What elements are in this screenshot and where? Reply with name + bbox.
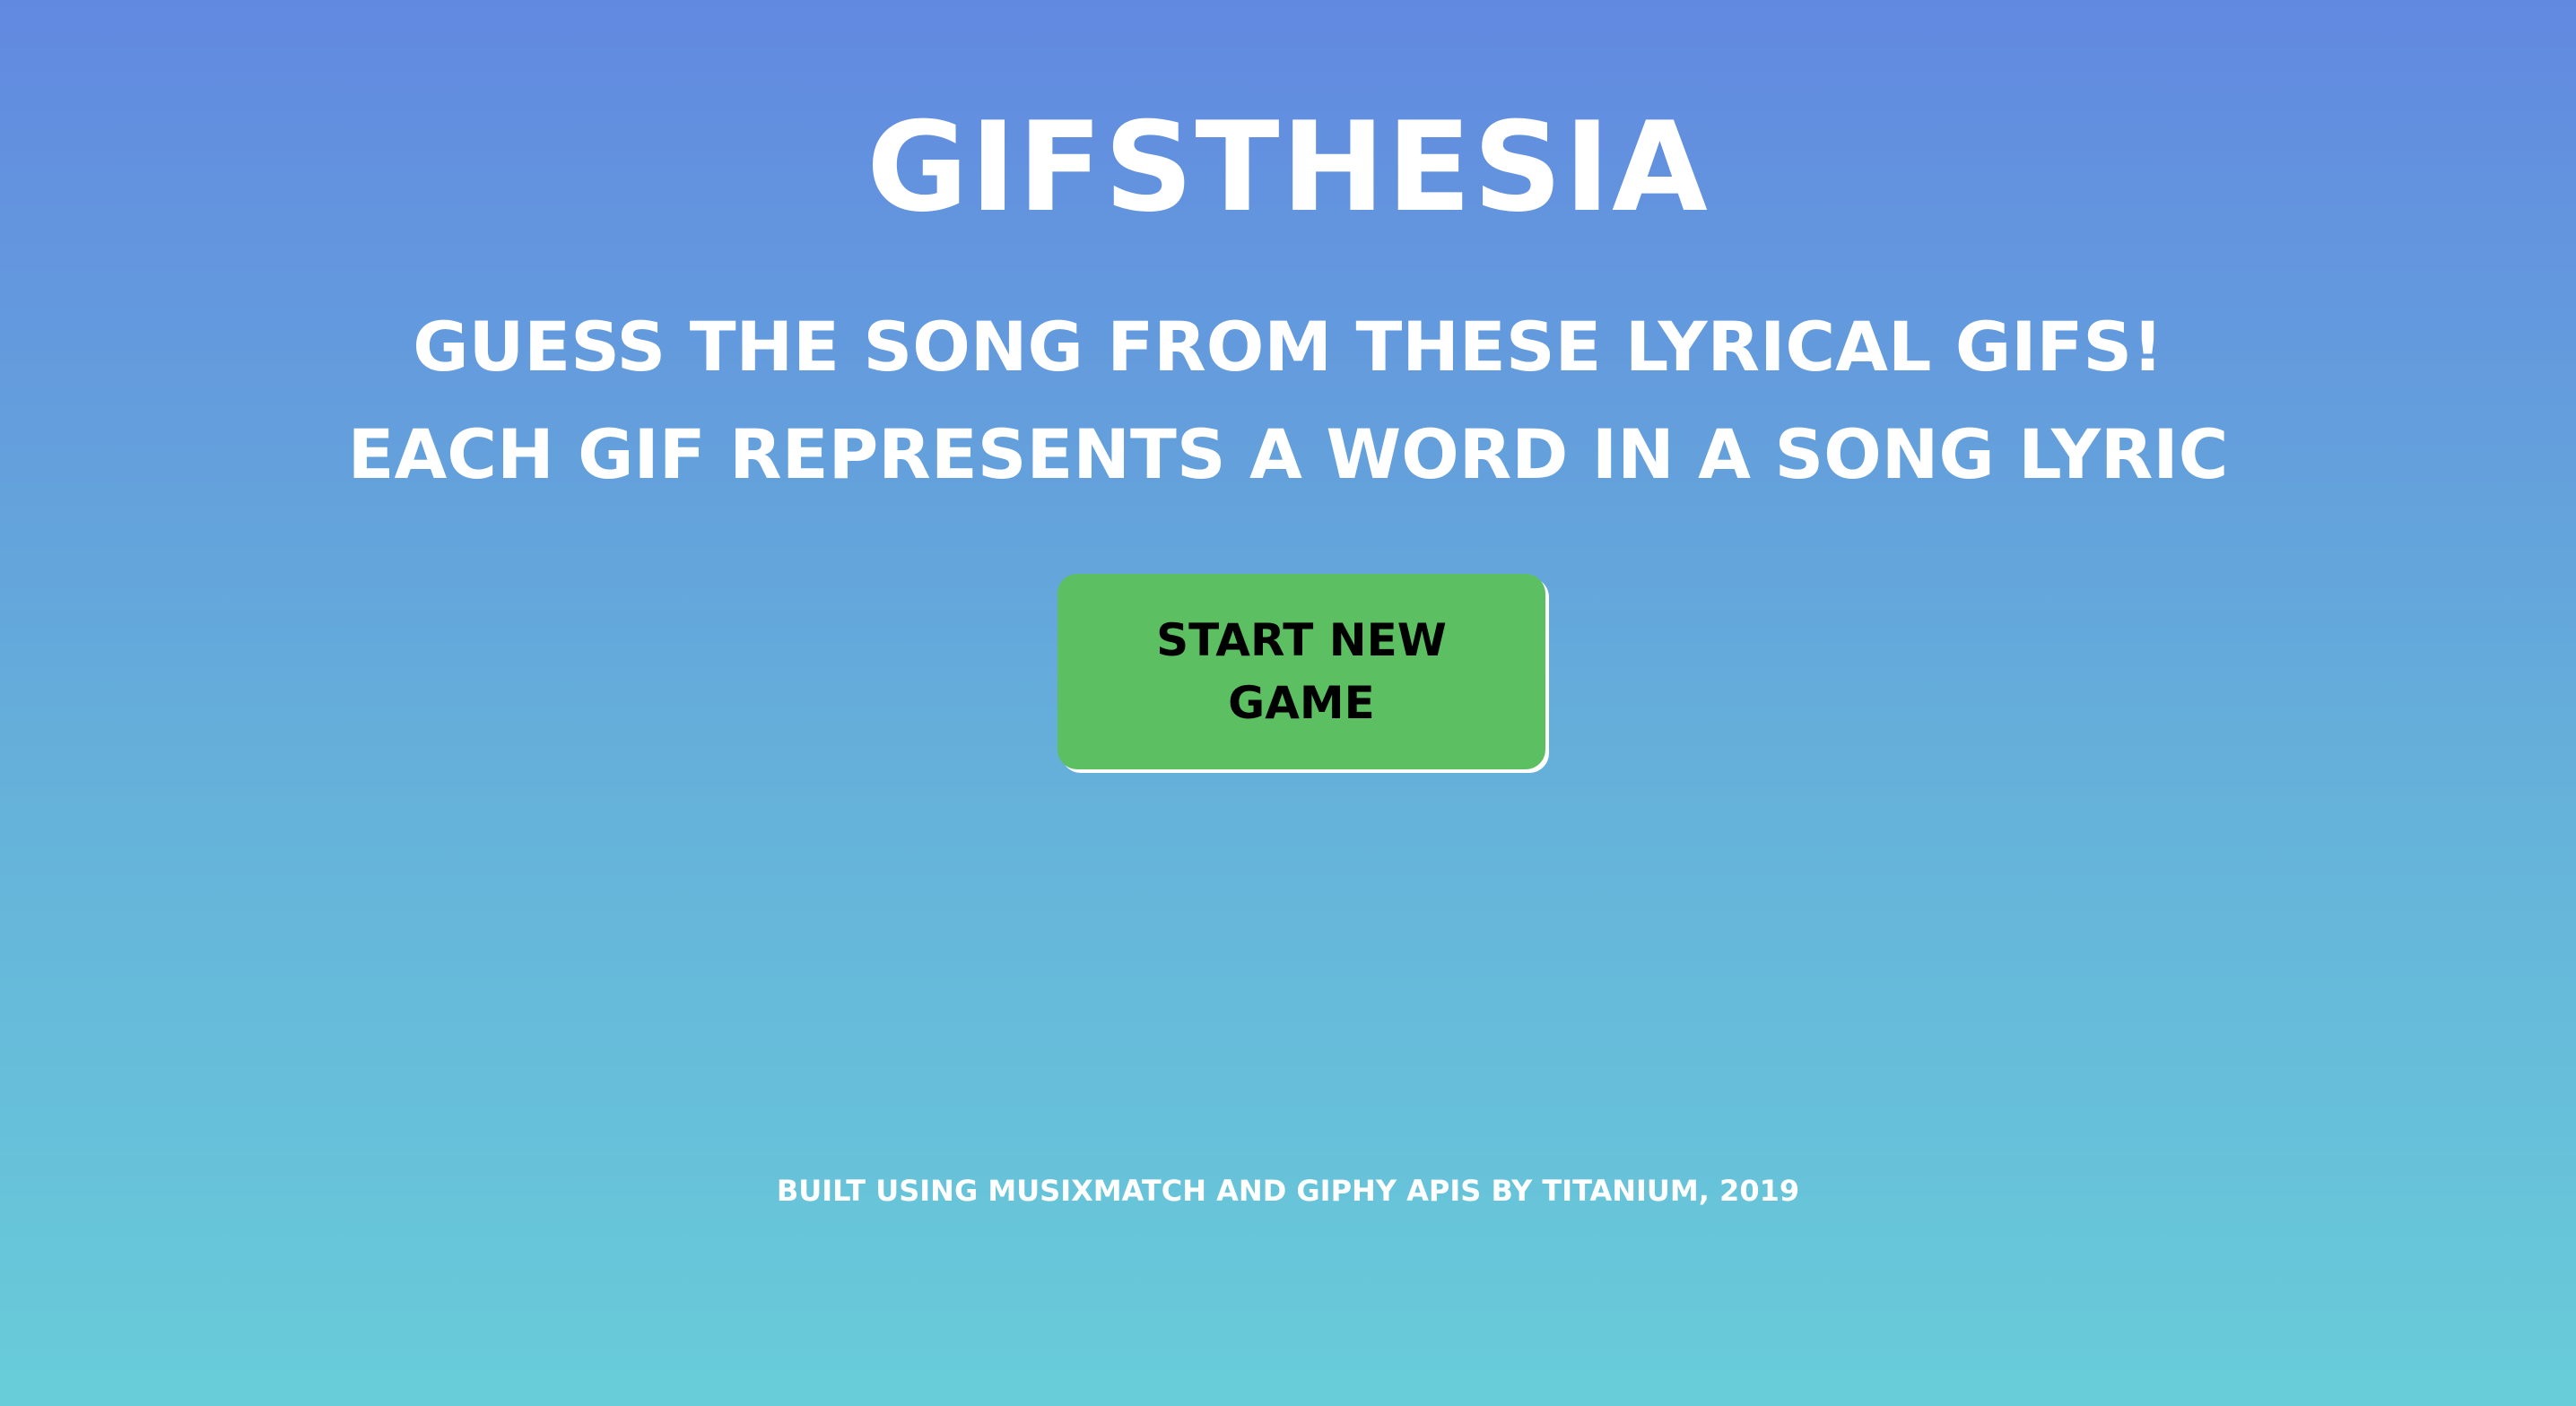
subtitle-line-1: GUESS THE SONG FROM THESE LYRICAL GIFS! bbox=[413, 307, 2163, 386]
game-landing-page: GIFSTHESIA GUESS THE SONG FROM THESE LYR… bbox=[0, 0, 2576, 1406]
subtitle-line-2: EACH GIF REPRESENTS A WORD IN A SONG LYR… bbox=[347, 414, 2229, 494]
start-new-game-button[interactable]: START NEW GAME bbox=[1057, 574, 1545, 769]
footer-credit: BUILT USING MUSIXMATCH AND GIPHY APIS BY… bbox=[776, 1174, 1800, 1208]
page-title: GIFSTHESIA bbox=[866, 95, 1710, 239]
